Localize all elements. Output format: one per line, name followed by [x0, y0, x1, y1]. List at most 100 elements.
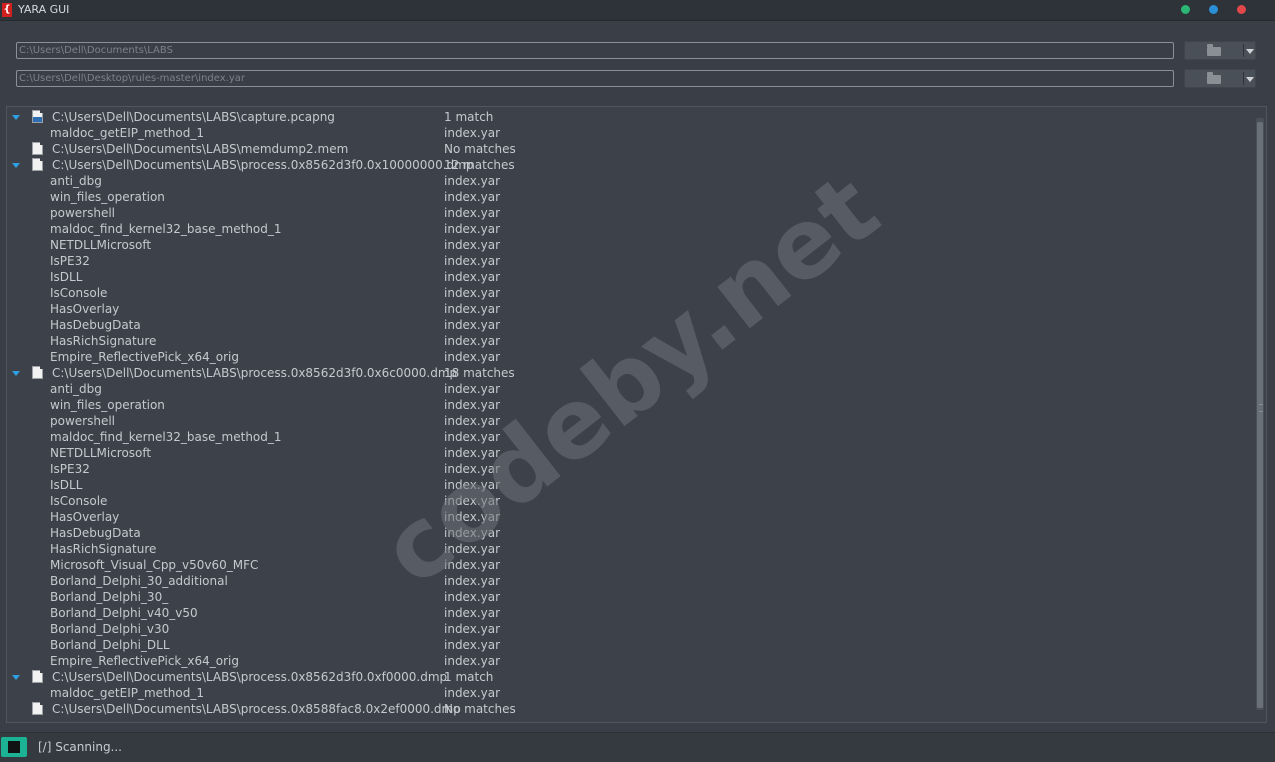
rule-row[interactable]: win_files_operation index.yar [7, 189, 1247, 205]
rule-file: index.yar [444, 494, 501, 508]
rule-row[interactable]: HasDebugData index.yar [7, 525, 1247, 541]
rule-row[interactable]: Borland_Delphi_30_additional index.yar [7, 573, 1247, 589]
rule-file: index.yar [444, 606, 501, 620]
chevron-down-icon[interactable] [1246, 49, 1254, 54]
rule-file: index.yar [444, 526, 501, 540]
file-path: C:\Users\Dell\Documents\LABS\process.0x8… [52, 366, 458, 380]
file-row[interactable]: C:\Users\Dell\Documents\LABS\capture.pca… [7, 109, 1247, 125]
rule-file: index.yar [444, 430, 501, 444]
rule-row[interactable]: HasRichSignature index.yar [7, 541, 1247, 557]
button-split-divider [1243, 44, 1244, 57]
expand-arrow-icon[interactable] [12, 163, 20, 168]
expand-arrow-icon[interactable] [12, 675, 20, 680]
rule-name: maldoc_find_kernel32_base_method_1 [50, 430, 282, 444]
title-bar: { YARA GUI [0, 0, 1275, 21]
chevron-down-icon[interactable] [1246, 77, 1254, 82]
scan-results-tree[interactable]: C:\Users\Dell\Documents\LABS\capture.pca… [6, 106, 1267, 723]
match-count: 1 match [444, 670, 494, 684]
rules-path-input[interactable] [16, 70, 1174, 87]
rule-row[interactable]: anti_dbg index.yar [7, 381, 1247, 397]
file-icon [32, 142, 43, 155]
match-count: No matches [444, 142, 516, 156]
binary-file-icon [32, 110, 43, 123]
rule-file: index.yar [444, 398, 501, 412]
rule-row[interactable]: maldoc_find_kernel32_base_method_1 index.… [7, 221, 1247, 237]
match-count: 1 match [444, 110, 494, 124]
rule-row[interactable]: IsDLL index.yar [7, 477, 1247, 493]
rule-file: index.yar [444, 286, 501, 300]
rule-name: anti_dbg [50, 174, 102, 188]
rule-row[interactable]: Borland_Delphi_v40_v50 index.yar [7, 605, 1247, 621]
rule-name: powershell [50, 414, 115, 428]
match-count: 18 matches [444, 366, 515, 380]
window-title: YARA GUI [18, 3, 70, 16]
rule-name: Borland_Delphi_v30 [50, 622, 170, 636]
rule-row[interactable]: HasOverlay index.yar [7, 301, 1247, 317]
file-path: C:\Users\Dell\Documents\LABS\capture.pca… [52, 110, 335, 124]
rule-file: index.yar [444, 414, 501, 428]
rule-file: index.yar [444, 302, 501, 316]
rule-file: index.yar [444, 446, 501, 460]
yara-app-icon: { [2, 3, 12, 17]
rule-name: IsPE32 [50, 462, 90, 476]
rule-row[interactable]: HasRichSignature index.yar [7, 333, 1247, 349]
file-path: C:\Users\Dell\Documents\LABS\process.0x8… [52, 158, 474, 172]
stop-scan-button[interactable] [1, 737, 27, 757]
rule-row[interactable]: HasOverlay index.yar [7, 509, 1247, 525]
rule-row[interactable]: Borland_Delphi_v30 index.yar [7, 621, 1247, 637]
rule-row[interactable]: Borland_Delphi_30_ index.yar [7, 589, 1247, 605]
rule-file: index.yar [444, 222, 501, 236]
rule-name: Borland_Delphi_30_additional [50, 574, 228, 588]
file-row[interactable]: C:\Users\Dell\Documents\LABS\process.0x8… [7, 669, 1247, 685]
file-row[interactable]: C:\Users\Dell\Documents\LABS\process.0x8… [7, 701, 1247, 717]
minimize-button[interactable] [1181, 5, 1190, 14]
rule-name: anti_dbg [50, 382, 102, 396]
file-row[interactable]: C:\Users\Dell\Documents\LABS\process.0x8… [7, 365, 1247, 381]
rule-row[interactable]: NETDLLMicrosoft index.yar [7, 445, 1247, 461]
rule-row[interactable]: IsPE32 index.yar [7, 461, 1247, 477]
rule-file: index.yar [444, 206, 501, 220]
rule-name: IsPE32 [50, 254, 90, 268]
rule-row[interactable]: win_files_operation index.yar [7, 397, 1247, 413]
rule-row[interactable]: IsConsole index.yar [7, 493, 1247, 509]
rule-name: Empire_ReflectivePick_x64_orig [50, 654, 239, 668]
rule-file: index.yar [444, 478, 501, 492]
splitter-handle[interactable] [1259, 404, 1263, 412]
rule-name: IsConsole [50, 494, 108, 508]
rule-file: index.yar [444, 510, 501, 524]
rule-row[interactable]: powershell index.yar [7, 413, 1247, 429]
close-button[interactable] [1237, 5, 1246, 14]
rule-row[interactable]: Empire_ReflectivePick_x64_orig index.yar [7, 653, 1247, 669]
rule-row[interactable]: NETDLLMicrosoft index.yar [7, 237, 1247, 253]
file-path: C:\Users\Dell\Documents\LABS\process.0x8… [52, 670, 448, 684]
rule-row[interactable]: HasDebugData index.yar [7, 317, 1247, 333]
rule-row[interactable]: maldoc_find_kernel32_base_method_1 index.… [7, 429, 1247, 445]
rule-name: Borland_Delphi_30_ [50, 590, 169, 604]
rule-name: maldoc_getEIP_method_1 [50, 126, 204, 140]
maximize-button[interactable] [1209, 5, 1218, 14]
target-path-input[interactable] [16, 42, 1174, 59]
rule-row[interactable]: anti_dbg index.yar [7, 173, 1247, 189]
expand-arrow-icon[interactable] [12, 115, 20, 120]
rule-name: maldoc_find_kernel32_base_method_1 [50, 222, 282, 236]
rule-row[interactable]: Microsoft_Visual_Cpp_v50v60_MFC index.yar [7, 557, 1247, 573]
scrollbar-thumb[interactable] [1257, 122, 1263, 708]
rule-row[interactable]: powershell index.yar [7, 205, 1247, 221]
file-row[interactable]: C:\Users\Dell\Documents\LABS\process.0x8… [7, 157, 1247, 173]
rule-file: index.yar [444, 462, 501, 476]
rule-row[interactable]: IsDLL index.yar [7, 269, 1247, 285]
file-row[interactable]: C:\Users\Dell\Documents\LABS\memdump2.me… [7, 141, 1247, 157]
rule-row[interactable]: Empire_ReflectivePick_x64_orig index.yar [7, 349, 1247, 365]
browse-target-button[interactable] [1184, 41, 1256, 60]
rule-name: win_files_operation [50, 398, 165, 412]
rule-file: index.yar [444, 558, 501, 572]
rule-row[interactable]: IsPE32 index.yar [7, 253, 1247, 269]
rule-row[interactable]: IsConsole index.yar [7, 285, 1247, 301]
browse-rules-button[interactable] [1184, 69, 1256, 88]
folder-icon [1207, 72, 1221, 84]
rule-row[interactable]: maldoc_getEIP_method_1 index.yar [7, 125, 1247, 141]
rule-row[interactable]: maldoc_getEIP_method_1 index.yar [7, 685, 1247, 701]
expand-arrow-icon[interactable] [12, 371, 20, 376]
rule-row[interactable]: Borland_Delphi_DLL index.yar [7, 637, 1247, 653]
rule-name: IsDLL [50, 270, 83, 284]
